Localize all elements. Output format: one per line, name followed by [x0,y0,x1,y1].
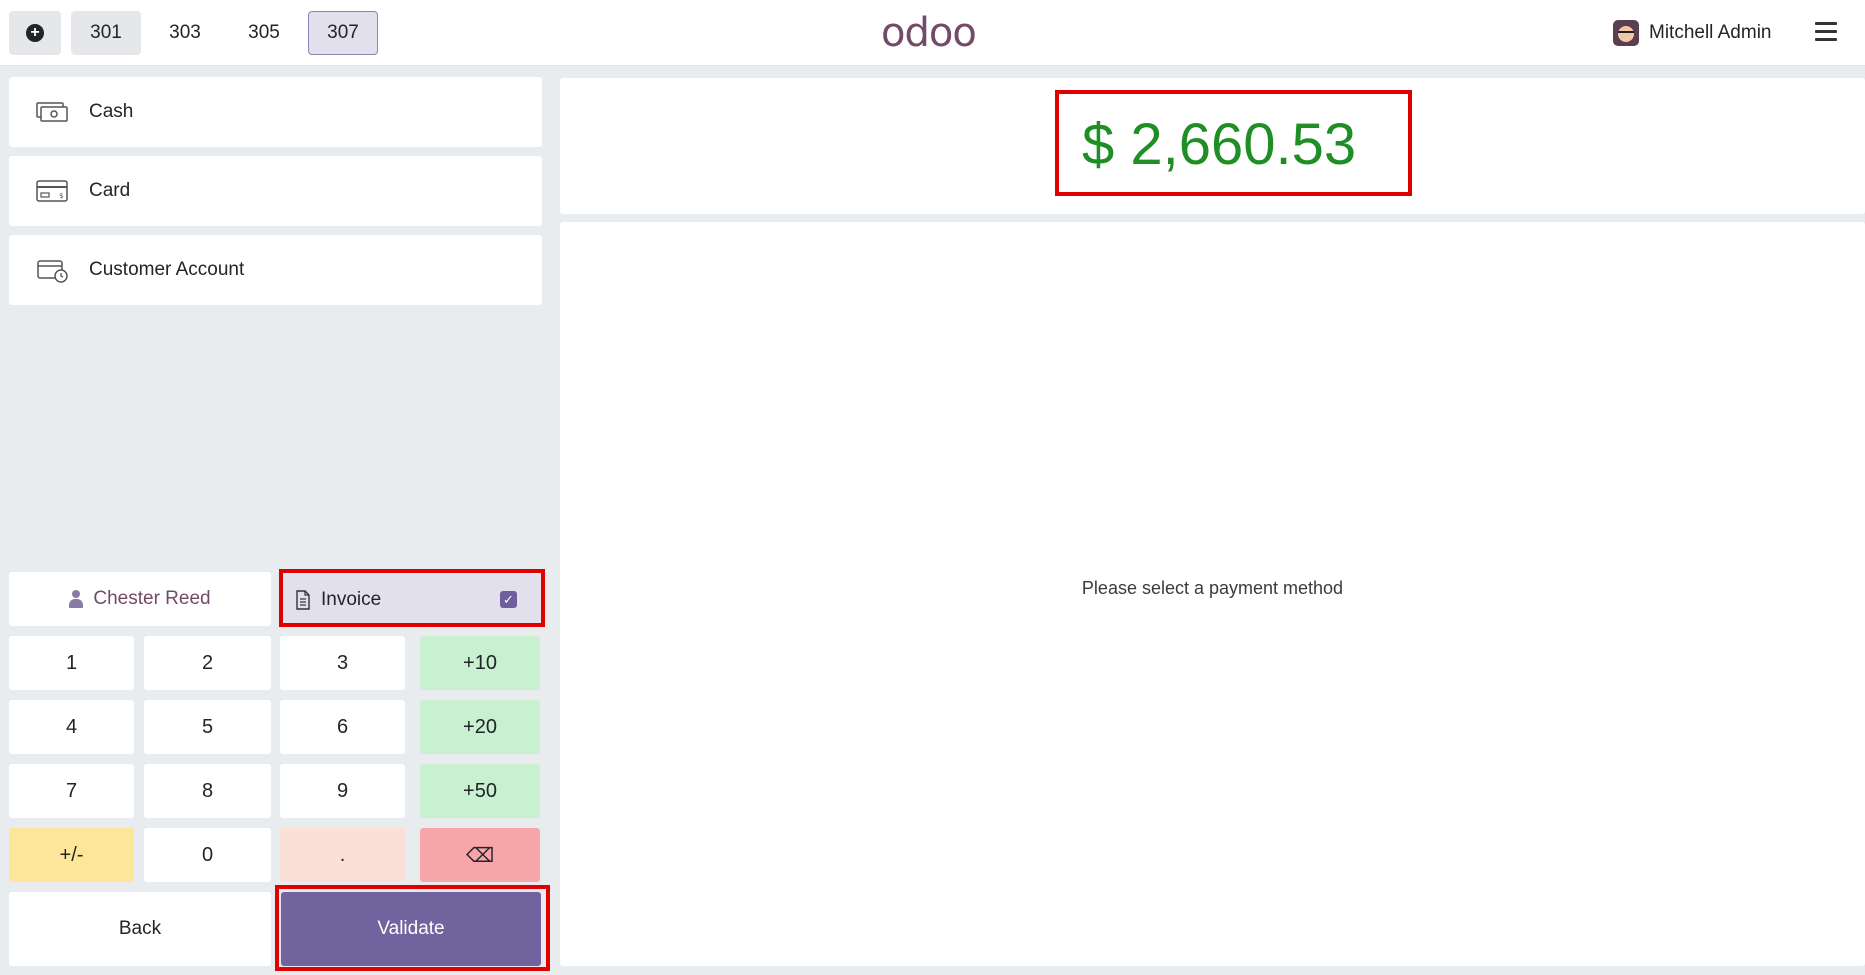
numpad-key-plus50[interactable]: +50 [420,764,540,818]
highlight-total [1055,90,1412,196]
numpad-key-8[interactable]: 8 [144,764,271,818]
logo-text: odoo [881,10,977,56]
numpad-key-plus10[interactable]: +10 [420,636,540,690]
highlight-validate [275,885,550,971]
customer-button[interactable]: Chester Reed [9,572,271,626]
payment-method-label: Customer Account [89,259,245,280]
user-name: Mitchell Admin [1649,22,1772,43]
plus-icon: + [26,24,44,42]
user-icon [69,590,84,608]
order-tab-305[interactable]: 305 [229,11,299,55]
numpad-key-5[interactable]: 5 [144,700,271,754]
numpad-key-6[interactable]: 6 [280,700,405,754]
svg-text:$: $ [59,192,63,200]
numpad-key-4[interactable]: 4 [9,700,134,754]
new-order-button[interactable]: + [9,11,61,55]
avatar [1613,20,1639,46]
numpad-key-plus-minus[interactable]: +/- [9,828,134,882]
payment-method-label: Cash [89,101,134,122]
payment-lines-panel: Please select a payment method [560,222,1865,966]
numpad-key-2[interactable]: 2 [144,636,271,690]
user-menu[interactable]: Mitchell Admin [1613,19,1772,47]
back-button[interactable]: Back [9,892,271,966]
numpad-key-decimal[interactable]: . [280,828,405,882]
order-tab-303[interactable]: 303 [150,11,220,55]
customer-account-icon [37,260,68,283]
numpad-key-3[interactable]: 3 [280,636,405,690]
odoo-logo: odoo [881,10,977,56]
order-tab-301[interactable]: 301 [71,11,141,55]
payment-method-label: Card [89,180,131,201]
payment-method-card[interactable]: $ Card [9,156,542,226]
numpad-key-9[interactable]: 9 [280,764,405,818]
numpad-key-1[interactable]: 1 [9,636,134,690]
cash-icon [36,102,68,122]
numpad-key-plus20[interactable]: +20 [420,700,540,754]
numpad-key-7[interactable]: 7 [9,764,134,818]
card-icon: $ [36,180,68,202]
payment-status-message: Please select a payment method [1081,578,1344,598]
top-bar: + 301 303 305 307 odoo Mitchell Admin [0,0,1865,66]
backspace-icon[interactable]: ⌫ [420,828,540,882]
order-tab-307[interactable]: 307 [308,11,378,55]
numpad-key-0[interactable]: 0 [144,828,271,882]
customer-name: Chester Reed [93,588,211,609]
payment-method-cash[interactable]: Cash [9,77,542,147]
hamburger-menu-icon[interactable] [1815,22,1837,42]
payment-method-customer-account[interactable]: Customer Account [9,235,542,305]
highlight-invoice [279,569,545,627]
